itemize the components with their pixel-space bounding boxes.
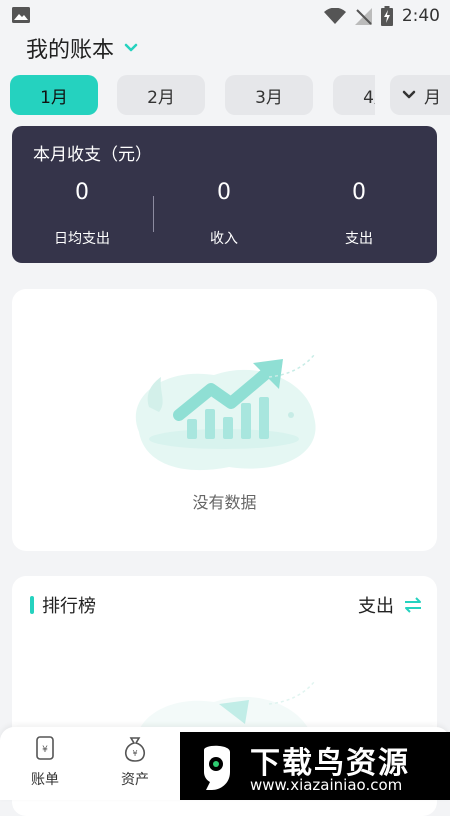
page-title: 我的账本 [26,38,115,63]
ledger-selector[interactable]: 我的账本 [26,31,138,65]
ranking-title: 排行榜 [42,596,96,617]
stat-value: 0 [217,180,231,205]
tab-label: 账单 [31,772,59,788]
bill-icon: ¥ [36,736,54,760]
month-picker-button[interactable]: 月 [390,75,450,115]
month-tab-4[interactable]: 4月 [333,75,375,115]
empty-data-text: 没有数据 [192,493,257,512]
stat-value: 0 [75,180,89,205]
swap-icon [405,597,421,613]
status-bar: 2:40 [0,0,450,30]
svg-text:¥: ¥ [42,745,48,755]
ranking-type-toggle[interactable]: 支出 [358,592,422,618]
battery-charging-icon [380,6,393,26]
bird-logo [204,745,230,790]
month-picker-label: 月 [424,87,441,108]
chevron-down-icon [124,43,138,52]
month-tab-1[interactable]: 1月 [10,75,98,115]
chevron-down-icon [402,90,416,99]
month-tabs: 1月 2月 3月 4月 月 [0,75,450,115]
ranking-header: 排行榜 支出 [30,592,422,618]
money-bag-icon: ¥ [124,737,146,762]
wifi-icon [323,7,346,24]
stat-daily-average-expense: 0 日均支出 [12,178,152,248]
watermark-overlay: 下载鸟资源 www.xiazainiao.com [180,732,450,800]
tab-bills[interactable]: ¥ 账单 [5,735,85,789]
stat-label: 日均支出 [54,231,110,247]
summary-title: 本月收支（元） [33,145,152,165]
tab-assets[interactable]: ¥ 资产 [95,735,175,789]
empty-data-illustration [135,354,316,471]
monthly-summary-card: 本月收支（元） 0 日均支出 0 收入 0 支出 [12,126,437,263]
month-tab-strip[interactable]: 1月 2月 3月 4月 [0,75,375,115]
image-notification-icon [12,7,30,23]
chart-card: 没有数据 [12,289,437,551]
watermark-url: www.xiazainiao.com [250,776,403,794]
section-accent-bar [30,596,34,614]
status-time: 2:40 [401,6,440,26]
stat-label: 支出 [345,231,373,247]
svg-text:¥: ¥ [132,749,137,758]
stat-expense: 0 支出 [289,178,429,248]
month-tab-2[interactable]: 2月 [117,75,205,115]
tab-label: 资产 [121,772,149,788]
ranking-type-label: 支出 [358,596,394,617]
stat-label: 收入 [210,231,238,247]
stat-income: 0 收入 [154,178,294,248]
signal-off-icon [354,7,372,25]
stat-value: 0 [352,180,366,205]
month-tab-3[interactable]: 3月 [225,75,313,115]
